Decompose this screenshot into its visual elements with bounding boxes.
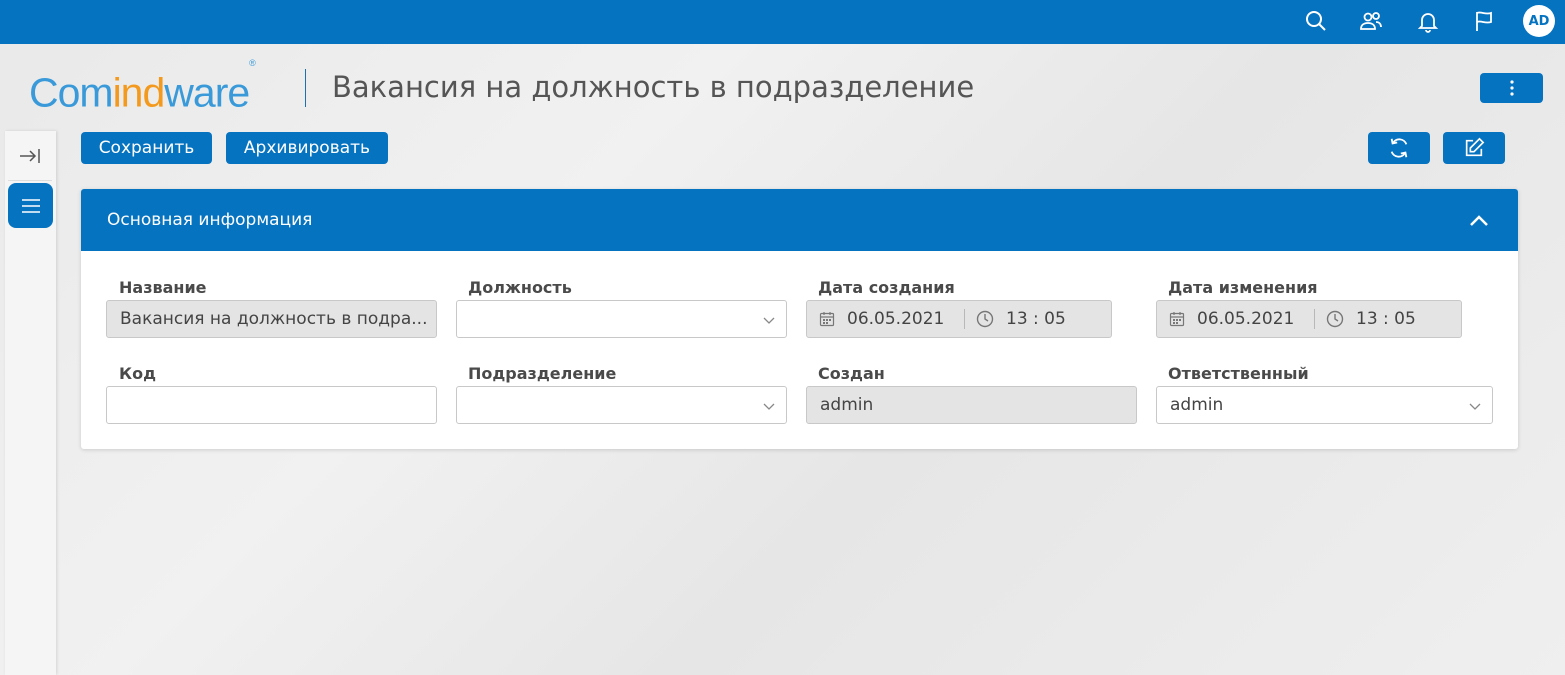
name-value: Вакансия на должность в подра...: [120, 309, 428, 329]
chevron-down-icon: [763, 317, 775, 324]
clock-icon: [976, 310, 994, 328]
created-time-value: 13 : 05: [1006, 309, 1066, 329]
header-divider: [305, 69, 306, 107]
responsible-value: admin: [1170, 395, 1224, 415]
avatar[interactable]: AD: [1523, 5, 1555, 37]
more-menu-button[interactable]: [1480, 73, 1543, 103]
name-label: Название: [119, 278, 207, 297]
modified-time-value: 13 : 05: [1356, 309, 1416, 329]
created-date-value: 06.05.2021: [847, 309, 945, 329]
edit-button[interactable]: [1443, 132, 1505, 164]
section-header[interactable]: Основная информация: [81, 189, 1518, 251]
chevron-up-icon[interactable]: [1466, 208, 1492, 234]
created-by-label: Создан: [818, 364, 885, 383]
modified-date-value: 06.05.2021: [1197, 309, 1295, 329]
flag-icon[interactable]: [1469, 6, 1499, 36]
position-select[interactable]: [456, 300, 787, 338]
search-icon[interactable]: [1301, 6, 1331, 36]
list-view-button[interactable]: [8, 183, 53, 228]
expand-panel-button[interactable]: [12, 140, 48, 172]
created-by-field[interactable]: admin: [806, 386, 1137, 424]
users-icon[interactable]: [1356, 6, 1386, 36]
date-time-divider: [964, 309, 965, 329]
top-bar: AD: [0, 0, 1565, 44]
side-divider: [8, 180, 52, 181]
comindware-logo: Comindware®: [29, 58, 256, 116]
refresh-icon: [1390, 138, 1408, 158]
chevron-down-icon: [763, 403, 775, 410]
department-select[interactable]: [456, 386, 787, 424]
code-input[interactable]: [106, 386, 437, 424]
bell-icon[interactable]: [1413, 6, 1443, 36]
main-info-section: Основная информация Название Должность Д…: [81, 189, 1518, 449]
save-button[interactable]: Сохранить: [81, 132, 212, 164]
responsible-label: Ответственный: [1168, 364, 1309, 383]
created-by-value: admin: [820, 395, 874, 415]
clock-icon: [1326, 310, 1344, 328]
refresh-button[interactable]: [1368, 132, 1430, 164]
modified-date-label: Дата изменения: [1168, 278, 1318, 297]
code-label: Код: [119, 364, 156, 383]
more-vertical-icon: [1509, 80, 1514, 96]
modified-date-field[interactable]: 06.05.2021 13 : 05: [1156, 300, 1462, 338]
created-date-field[interactable]: 06.05.2021 13 : 05: [806, 300, 1112, 338]
calendar-icon: [819, 312, 835, 327]
calendar-icon: [1169, 312, 1185, 327]
edit-icon: [1465, 137, 1485, 157]
position-label: Должность: [468, 278, 572, 297]
archive-button[interactable]: Архивировать: [226, 132, 388, 164]
responsible-select[interactable]: admin: [1156, 386, 1493, 424]
date-time-divider: [1314, 309, 1315, 329]
name-field[interactable]: Вакансия на должность в подра...: [106, 300, 437, 338]
section-title: Основная информация: [107, 210, 313, 230]
created-date-label: Дата создания: [818, 278, 955, 297]
arrow-right-bar-icon: [20, 149, 40, 163]
page-title: Вакансия на должность в подразделение: [332, 70, 975, 104]
department-label: Подразделение: [468, 364, 617, 383]
chevron-down-icon: [1469, 403, 1481, 410]
hamburger-icon: [21, 198, 40, 213]
